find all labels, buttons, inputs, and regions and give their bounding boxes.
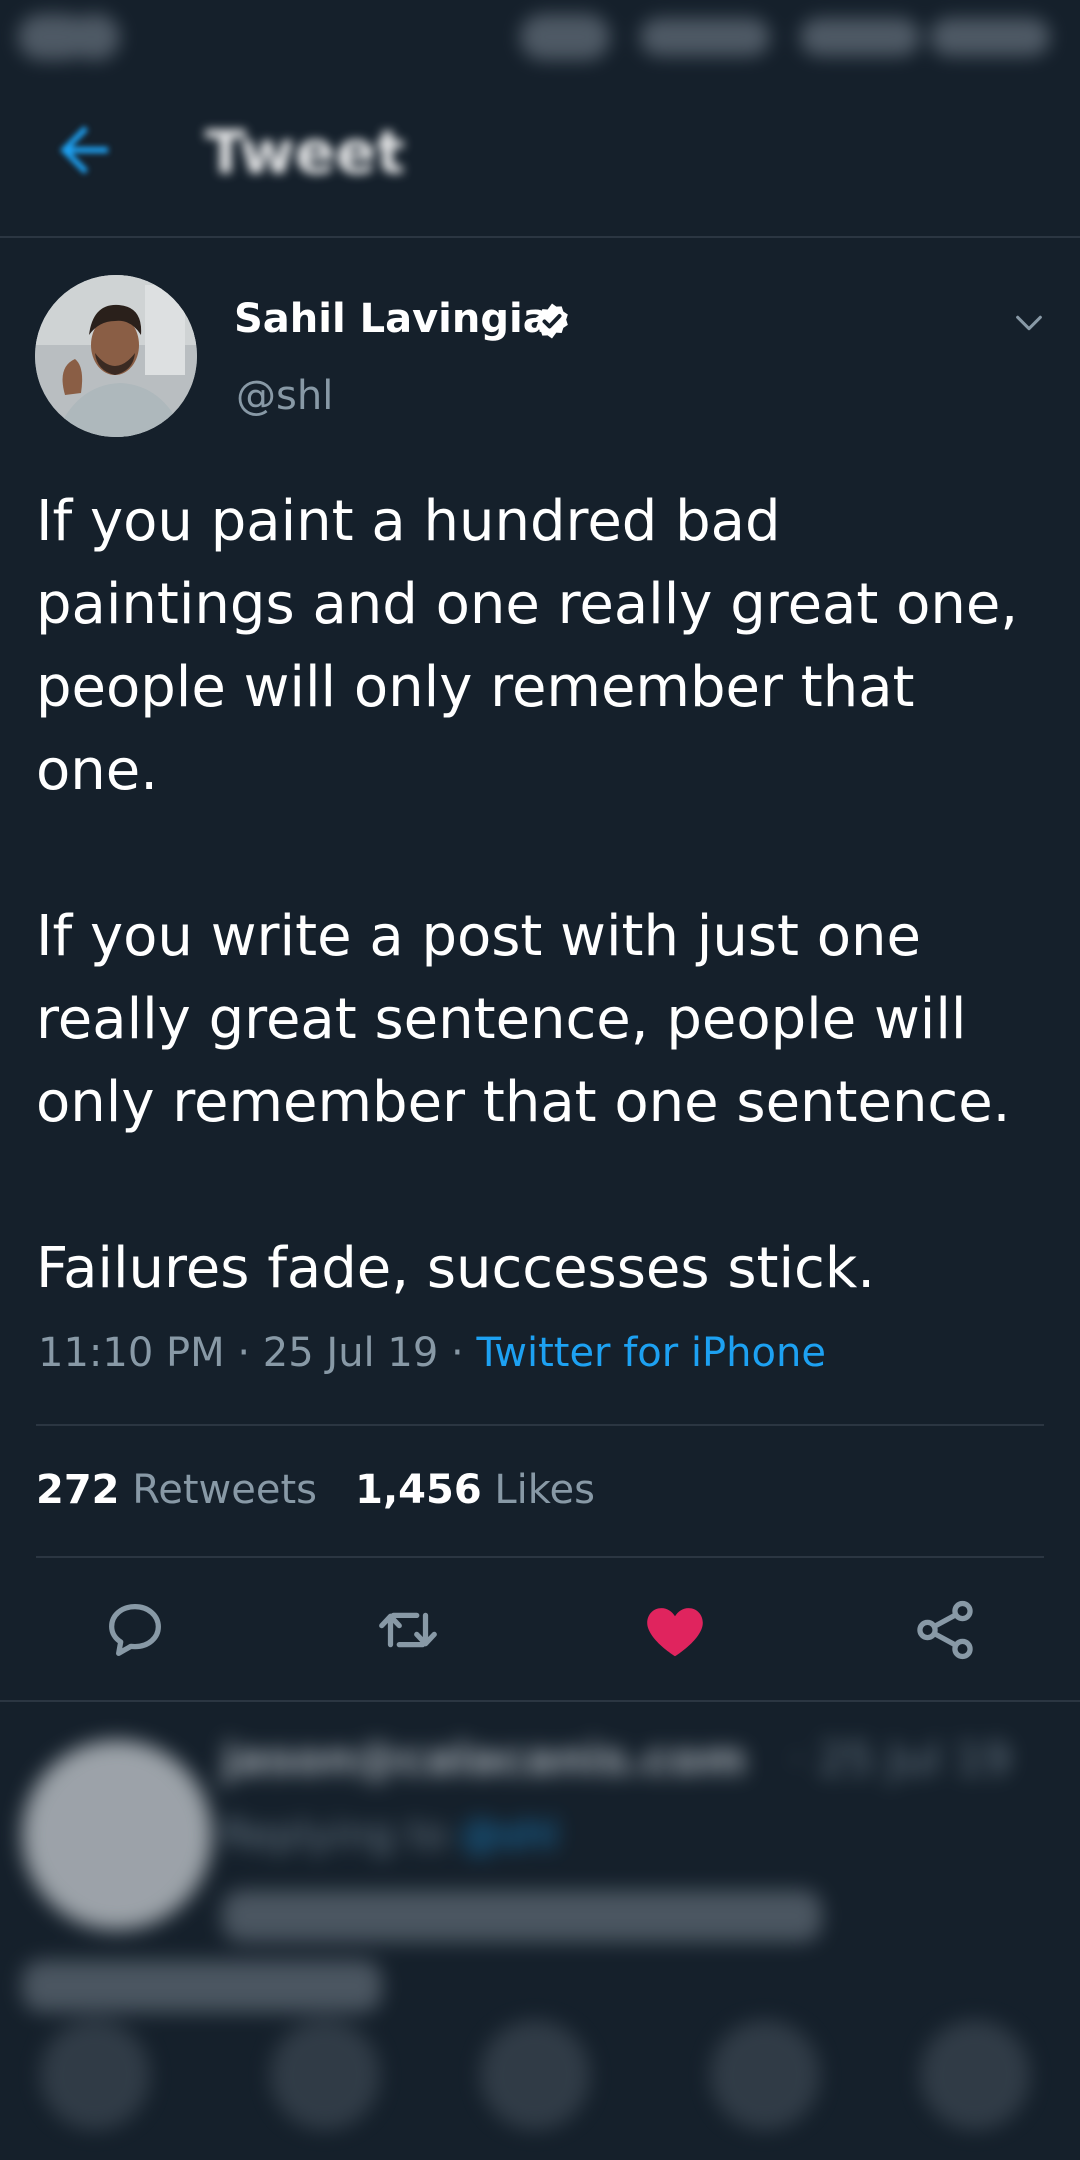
reply-icon[interactable]	[100, 1595, 170, 1665]
tweet-source-link[interactable]: Twitter for iPhone	[476, 1330, 826, 1376]
back-arrow-icon[interactable]	[48, 114, 120, 186]
tweet-date: 25 Jul 19	[262, 1330, 439, 1376]
author-name[interactable]: Sahil Lavingia	[234, 296, 550, 342]
tweet-text: If you paint a hundred bad paintings and…	[36, 480, 1056, 1310]
reply-action-icon	[480, 2020, 590, 2130]
tweet-paragraph: If you write a post with just one really…	[36, 904, 1011, 1135]
reply-author-name[interactable]: jason@calacanis.com	[222, 1734, 746, 1785]
tweet-paragraph: Failures fade, successes stick.	[36, 1236, 876, 1301]
replying-label: Replying to	[222, 1812, 448, 1858]
reply-tweet[interactable]: jason@calacanis.com · 25 Jul 19 Replying…	[0, 1720, 1080, 2160]
divider	[36, 1556, 1044, 1558]
avatar[interactable]	[35, 275, 197, 437]
likes-label: Likes	[494, 1467, 595, 1513]
author-handle[interactable]: @shl	[236, 373, 333, 419]
reply-action-icon	[710, 2020, 820, 2130]
replying-handle[interactable]: @shl	[460, 1812, 557, 1858]
replying-to: Replying to @shl	[222, 1812, 558, 1858]
retweets-label: Retweets	[132, 1467, 317, 1513]
divider	[36, 1424, 1044, 1426]
tweet-meta: 11:10 PM · 25 Jul 19 · Twitter for iPhon…	[38, 1330, 826, 1376]
tweet-paragraph: If you paint a hundred bad paintings and…	[36, 489, 1019, 803]
share-icon[interactable]	[910, 1595, 980, 1665]
reply-action-icon	[40, 2020, 150, 2130]
reply-text-line	[222, 1890, 822, 1942]
likes-stat[interactable]: 1,456 Likes	[355, 1467, 595, 1513]
status-bar	[0, 0, 1080, 78]
divider	[0, 1700, 1080, 1702]
likes-count: 1,456	[355, 1467, 482, 1513]
tweet-stats: 272 Retweets 1,456 Likes	[36, 1467, 595, 1513]
tweet-detail-screen: Tweet Sahil Lavingia @shl If you paint a…	[0, 0, 1080, 2160]
avatar-photo	[35, 275, 197, 437]
page-title: Tweet	[205, 118, 405, 188]
reply-date: · 25 Jul 19	[790, 1734, 1012, 1785]
tweet-time: 11:10 PM	[38, 1330, 225, 1376]
retweets-count: 272	[36, 1467, 120, 1513]
reply-action-icon	[920, 2020, 1030, 2130]
retweet-icon[interactable]	[373, 1595, 443, 1665]
retweets-stat[interactable]: 272 Retweets	[36, 1467, 317, 1513]
chevron-down-icon[interactable]	[1012, 306, 1046, 340]
reply-action-icon	[270, 2020, 380, 2130]
reply-text-line	[22, 1960, 382, 2012]
verified-badge-icon	[536, 303, 568, 339]
reply-avatar[interactable]	[22, 1740, 212, 1930]
like-heart-icon[interactable]	[640, 1595, 710, 1665]
header-bar: Tweet	[0, 78, 1080, 238]
